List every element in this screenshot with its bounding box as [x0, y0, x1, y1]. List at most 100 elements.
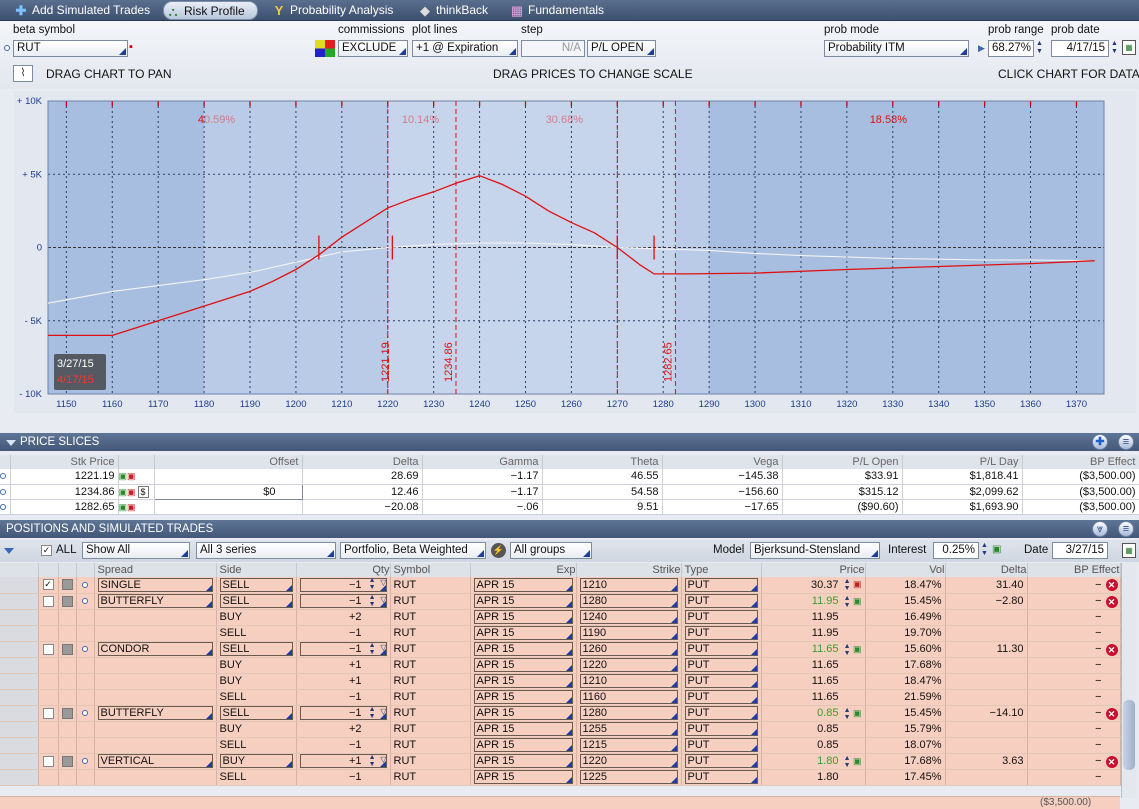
type-dropdown[interactable]: PUT	[684, 594, 758, 608]
slice-row[interactable]: 1234.86 ▣▣ $ $0 12.46 −1.17 54.58 −156.60 $315.1…	[0, 483, 1139, 500]
link-dot-icon[interactable]	[0, 488, 7, 495]
type-dropdown[interactable]: PUT	[684, 754, 758, 768]
lock-icon[interactable]: ▣	[127, 471, 136, 481]
position-row[interactable]: BUY +1 RUT APR 15 1210 PUT 11.65 18.47% −	[0, 673, 1121, 690]
position-row[interactable]: SELL −1 RUT APR 15 1215 PUT 0.85 18.07% −	[0, 737, 1121, 754]
qty-stepper[interactable]: ▲ ▼	[369, 754, 376, 768]
lock-icon[interactable]: ▣	[119, 487, 128, 497]
type-dropdown[interactable]: PUT	[684, 674, 758, 688]
tab-add-simulated-trades[interactable]: ✚ Add Simulated Trades	[12, 1, 151, 20]
spread-dropdown[interactable]: SINGLE	[97, 577, 213, 592]
model-dropdown[interactable]: Bjerksund-Stensland	[750, 542, 880, 559]
col-type[interactable]: Type	[681, 563, 762, 577]
row-toggle[interactable]	[61, 643, 73, 655]
spread-dropdown[interactable]: BUTTERFLY	[97, 706, 213, 720]
row-toggle[interactable]	[61, 755, 73, 767]
position-row[interactable]: BUTTERFLY SELL −1 ▲ ▼ ▽ RUT APR 15 1280 PUT 11.95 ▲…	[0, 593, 1121, 610]
exp-dropdown[interactable]: APR 15	[473, 577, 573, 592]
col-exp[interactable]: Exp	[470, 563, 577, 577]
all-checkbox[interactable]: ✓	[41, 545, 52, 556]
spread-dropdown[interactable]: VERTICAL	[97, 754, 213, 768]
col-gamma[interactable]: Gamma	[422, 455, 543, 469]
slice-price[interactable]: 1234.86	[10, 484, 119, 500]
slice-lock-cell[interactable]: ▣▣ $	[118, 484, 155, 500]
side-dropdown[interactable]: BUY	[219, 754, 293, 768]
tab-risk-profile[interactable]: ⛬ Risk Profile	[163, 1, 258, 20]
strike-dropdown[interactable]: 1160	[579, 690, 678, 704]
row-toggle-cell[interactable]	[58, 753, 77, 770]
lock-icon[interactable]: ▣	[853, 579, 862, 590]
slice-offset[interactable]: $0	[153, 483, 303, 500]
strike-dropdown[interactable]: 1260	[579, 642, 678, 656]
collapse-icon[interactable]	[6, 440, 16, 446]
exp-dropdown[interactable]: APR 15	[473, 722, 573, 736]
position-row[interactable]: BUY +2 RUT APR 15 1240 PUT 11.95 16.49% −	[0, 609, 1121, 626]
expand-icon[interactable]	[4, 548, 14, 554]
qty-stepper[interactable]: ▲ ▼	[369, 706, 376, 720]
step-field[interactable]: N/A	[521, 40, 585, 57]
prob-date-stepper[interactable]: ▲ ▼	[1110, 40, 1119, 57]
tab-probability-analysis[interactable]: Y Probability Analysis	[270, 1, 394, 20]
link-dot-icon[interactable]	[82, 758, 88, 765]
row-checkbox-cell[interactable]: ✓	[38, 577, 59, 594]
menu-icon[interactable]: ≡	[1118, 521, 1134, 537]
slice-lock-cell[interactable]: ▣▣	[118, 469, 155, 485]
position-row[interactable]: SELL −1 RUT APR 15 1225 PUT 1.80 17.45% −	[0, 769, 1121, 786]
lock-icon[interactable]: ▣	[853, 708, 862, 719]
plot-lines-dropdown[interactable]: +1 @ Expiration	[412, 40, 518, 57]
side-dropdown[interactable]: SELL	[219, 594, 293, 608]
slice-row[interactable]: 1221.19 ▣▣ 28.69 −1.17 46.55 −145.38 $33.91 $1,…	[0, 469, 1139, 485]
col-strike[interactable]: Strike	[576, 563, 682, 577]
close-icon[interactable]: ✕	[1105, 595, 1118, 608]
chevron-down-icon[interactable]: ▽	[380, 595, 386, 604]
price-stepper[interactable]: ▲ ▼	[844, 643, 851, 657]
interest-stepper[interactable]: ▲ ▼	[980, 542, 989, 559]
lock-icon[interactable]: ▣	[853, 596, 862, 607]
chevron-down-icon[interactable]: ▽	[380, 578, 386, 587]
prob-range-stepper[interactable]: ▲ ▼	[1035, 40, 1044, 57]
pl-mode-dropdown[interactable]: P/L OPEN	[587, 40, 656, 57]
prob-date-field[interactable]: 4/17/15	[1051, 40, 1109, 57]
row-toggle[interactable]	[61, 579, 73, 591]
type-dropdown[interactable]: PUT	[684, 738, 758, 752]
type-dropdown[interactable]: PUT	[684, 577, 758, 592]
position-row[interactable]: VERTICAL BUY +1 ▲ ▼ ▽ RUT APR 15 1220 PUT 1.80 ▲ ▼ ▣ 1…	[0, 753, 1121, 770]
price-stepper[interactable]: ▲ ▼	[844, 755, 851, 769]
row-toggle-cell[interactable]	[58, 577, 77, 594]
col-theta[interactable]: Theta	[542, 455, 663, 469]
lock-icon[interactable]: ▣	[853, 756, 862, 767]
row-checkbox[interactable]	[42, 707, 54, 719]
color-grid-icon[interactable]	[315, 40, 335, 57]
row-checkbox[interactable]: ✓	[42, 579, 54, 591]
groups-dropdown[interactable]: All groups	[510, 542, 592, 559]
slice-price[interactable]: 1282.65	[10, 499, 119, 515]
slice-lock-cell[interactable]: ▣▣	[118, 499, 155, 515]
exp-dropdown[interactable]: APR 15	[473, 594, 573, 608]
strike-dropdown[interactable]: 1220	[579, 658, 678, 672]
link-dot-icon[interactable]	[4, 45, 10, 51]
side-dropdown[interactable]: SELL	[219, 577, 293, 592]
side-dropdown[interactable]: SELL	[219, 706, 293, 720]
slice-row[interactable]: 1282.65 ▣▣ −20.08 −.06 9.51 −17.65 ($90.60) $1,…	[0, 499, 1139, 515]
col-pl-day[interactable]: P/L Day	[902, 455, 1023, 469]
exp-dropdown[interactable]: APR 15	[473, 626, 573, 640]
strike-dropdown[interactable]: 1210	[579, 577, 678, 592]
position-row[interactable]: BUTTERFLY SELL −1 ▲ ▼ ▽ RUT APR 15 1280 PUT 0.85 ▲ ▼…	[0, 705, 1121, 722]
spread-dropdown[interactable]: CONDOR	[97, 642, 213, 656]
position-row[interactable]: CONDOR SELL −1 ▲ ▼ ▽ RUT APR 15 1260 PUT 11.65 ▲ ▼ ▣ 1…	[0, 641, 1121, 658]
position-row[interactable]: ✓ SINGLE SELL −1 ▲ ▼ ▽ RUT APR 15 1210 PUT 30.37 ▲ ▼ ▣…	[0, 577, 1121, 594]
risk-profile-chart[interactable]: 40.59%10.14%30.68%18.58% + 10K+ 5K0- 5K-…	[14, 91, 1136, 413]
price-stepper[interactable]: ▲ ▼	[844, 707, 851, 721]
strike-dropdown[interactable]: 1225	[579, 770, 678, 784]
strike-dropdown[interactable]: 1280	[579, 594, 678, 608]
qty-stepper[interactable]: ▲ ▼	[369, 642, 376, 656]
col-bp-effect[interactable]: BP Effect	[1022, 455, 1139, 469]
price-stepper[interactable]: ▲ ▼	[844, 595, 851, 609]
slice-link[interactable]	[0, 469, 11, 485]
exp-dropdown[interactable]: APR 15	[473, 754, 573, 768]
interest-field[interactable]: 0.25%	[933, 542, 979, 559]
lightning-icon[interactable]: ⚡	[491, 543, 506, 558]
exp-dropdown[interactable]: APR 15	[473, 738, 573, 752]
col-vol[interactable]: Vol	[865, 563, 946, 577]
type-dropdown[interactable]: PUT	[684, 706, 758, 720]
